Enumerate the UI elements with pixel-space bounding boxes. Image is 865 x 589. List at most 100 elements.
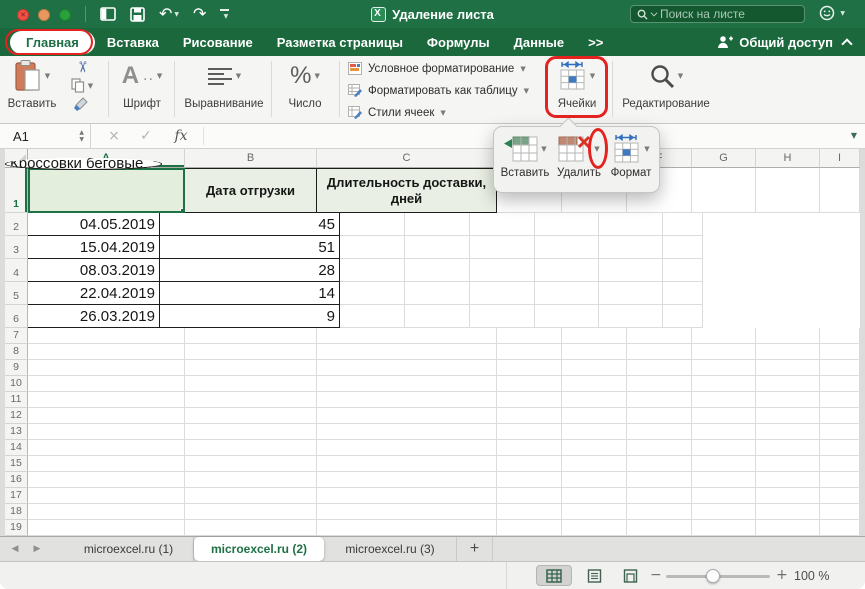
cell-H14[interactable] xyxy=(756,440,820,456)
zoom-in-button[interactable]: + xyxy=(776,567,788,583)
cell-G5[interactable] xyxy=(535,282,599,305)
cell-D2[interactable] xyxy=(340,213,405,236)
cell-I1[interactable] xyxy=(820,168,860,213)
cell-H10[interactable] xyxy=(756,376,820,392)
cell-I17[interactable] xyxy=(820,488,860,504)
cell-C6[interactable]: 9 xyxy=(160,305,340,328)
column-header-H[interactable]: H xyxy=(756,149,820,168)
formula-enter-button[interactable]: ✓ xyxy=(136,124,156,148)
column-header-B[interactable]: B xyxy=(185,149,317,168)
row-header-2[interactable]: 2 xyxy=(5,213,28,236)
row-header-14[interactable]: 14 xyxy=(5,440,28,456)
cell-H6[interactable] xyxy=(599,305,663,328)
cell-A10[interactable] xyxy=(28,376,185,392)
cell-H5[interactable] xyxy=(599,282,663,305)
cell-A11[interactable] xyxy=(28,392,185,408)
sheet-next-button[interactable]: ▶ xyxy=(26,537,48,561)
cell-C18[interactable] xyxy=(317,504,497,520)
cell-E17[interactable] xyxy=(562,488,627,504)
cell-I8[interactable] xyxy=(820,344,860,360)
row-header-13[interactable]: 13 xyxy=(5,424,28,440)
cell-A15[interactable] xyxy=(28,456,185,472)
cell-D5[interactable] xyxy=(340,282,405,305)
cell-I5[interactable] xyxy=(663,282,703,305)
cell-E10[interactable] xyxy=(562,376,627,392)
cell-H4[interactable] xyxy=(599,259,663,282)
cell-B19[interactable] xyxy=(185,520,317,536)
cell-E2[interactable] xyxy=(405,213,470,236)
sheet-tab-2[interactable]: microexcel.ru (2) xyxy=(194,537,324,561)
cell-F8[interactable] xyxy=(627,344,692,360)
cell-B12[interactable] xyxy=(185,408,317,424)
tab-more[interactable]: >> xyxy=(576,31,615,54)
cell-D8[interactable] xyxy=(497,344,562,360)
cell-G3[interactable] xyxy=(535,236,599,259)
cell-H11[interactable] xyxy=(756,392,820,408)
cell-G9[interactable] xyxy=(692,360,756,376)
cell-A18[interactable] xyxy=(28,504,185,520)
cell-A1[interactable] xyxy=(28,168,185,213)
column-header-I[interactable]: I xyxy=(820,149,860,168)
cell-E18[interactable] xyxy=(562,504,627,520)
cell-E9[interactable] xyxy=(562,360,627,376)
cell-B14[interactable] xyxy=(185,440,317,456)
alignment-group-button[interactable]: ▼ Выравнивание xyxy=(178,56,270,110)
cell-I3[interactable] xyxy=(663,236,703,259)
cell-B4[interactable]: 08.03.2019 xyxy=(28,259,160,282)
sheet-tab-1[interactable]: microexcel.ru (1) xyxy=(64,537,194,561)
cell-F4[interactable] xyxy=(470,259,535,282)
cell-E5[interactable] xyxy=(405,282,470,305)
cell-B13[interactable] xyxy=(185,424,317,440)
cell-C7[interactable] xyxy=(317,328,497,344)
cell-A13[interactable] xyxy=(28,424,185,440)
paste-caret-icon[interactable]: ▼ xyxy=(45,72,50,80)
cell-H15[interactable] xyxy=(756,456,820,472)
cell-I7[interactable] xyxy=(820,328,860,344)
cell-H1[interactable] xyxy=(756,168,820,213)
cell-E14[interactable] xyxy=(562,440,627,456)
cell-C14[interactable] xyxy=(317,440,497,456)
cell-D3[interactable] xyxy=(340,236,405,259)
cell-G15[interactable] xyxy=(692,456,756,472)
cell-F9[interactable] xyxy=(627,360,692,376)
cell-D16[interactable] xyxy=(497,472,562,488)
formula-bar-expand-caret-icon[interactable]: ▼ xyxy=(851,131,857,140)
tab-data[interactable]: Данные xyxy=(502,31,577,54)
cell-B9[interactable] xyxy=(185,360,317,376)
zoom-slider-thumb[interactable] xyxy=(706,569,720,583)
cell-D4[interactable] xyxy=(340,259,405,282)
cell-I13[interactable] xyxy=(820,424,860,440)
cell-G17[interactable] xyxy=(692,488,756,504)
cell-D18[interactable] xyxy=(497,504,562,520)
search-input[interactable]: Поиск на листе xyxy=(630,5,805,23)
cell-B17[interactable] xyxy=(185,488,317,504)
row-header-9[interactable]: 9 xyxy=(5,360,28,376)
cell-F12[interactable] xyxy=(627,408,692,424)
cell-B8[interactable] xyxy=(185,344,317,360)
name-box-stepper[interactable]: ▲▼ xyxy=(79,130,90,143)
cell-I16[interactable] xyxy=(820,472,860,488)
cell-G14[interactable] xyxy=(692,440,756,456)
sheet-tab-3[interactable]: microexcel.ru (3) xyxy=(324,537,457,561)
cell-C5[interactable]: 14 xyxy=(160,282,340,305)
cell-A17[interactable] xyxy=(28,488,185,504)
cell-E4[interactable] xyxy=(405,259,470,282)
cell-C12[interactable] xyxy=(317,408,497,424)
cell-H18[interactable] xyxy=(756,504,820,520)
cell-E6[interactable] xyxy=(405,305,470,328)
cell-D10[interactable] xyxy=(497,376,562,392)
cell-H19[interactable] xyxy=(756,520,820,536)
cell-E19[interactable] xyxy=(562,520,627,536)
cell-C17[interactable] xyxy=(317,488,497,504)
cell-D19[interactable] xyxy=(497,520,562,536)
cell-F17[interactable] xyxy=(627,488,692,504)
number-group-button[interactable]: % ▼ Число xyxy=(274,56,336,110)
cell-I6[interactable] xyxy=(663,305,703,328)
cell-A12[interactable] xyxy=(28,408,185,424)
cell-C10[interactable] xyxy=(317,376,497,392)
row-header-16[interactable]: 16 xyxy=(5,472,28,488)
cell-G16[interactable] xyxy=(692,472,756,488)
cell-F10[interactable] xyxy=(627,376,692,392)
zoom-level[interactable]: 100 % xyxy=(794,569,842,583)
cell-G19[interactable] xyxy=(692,520,756,536)
